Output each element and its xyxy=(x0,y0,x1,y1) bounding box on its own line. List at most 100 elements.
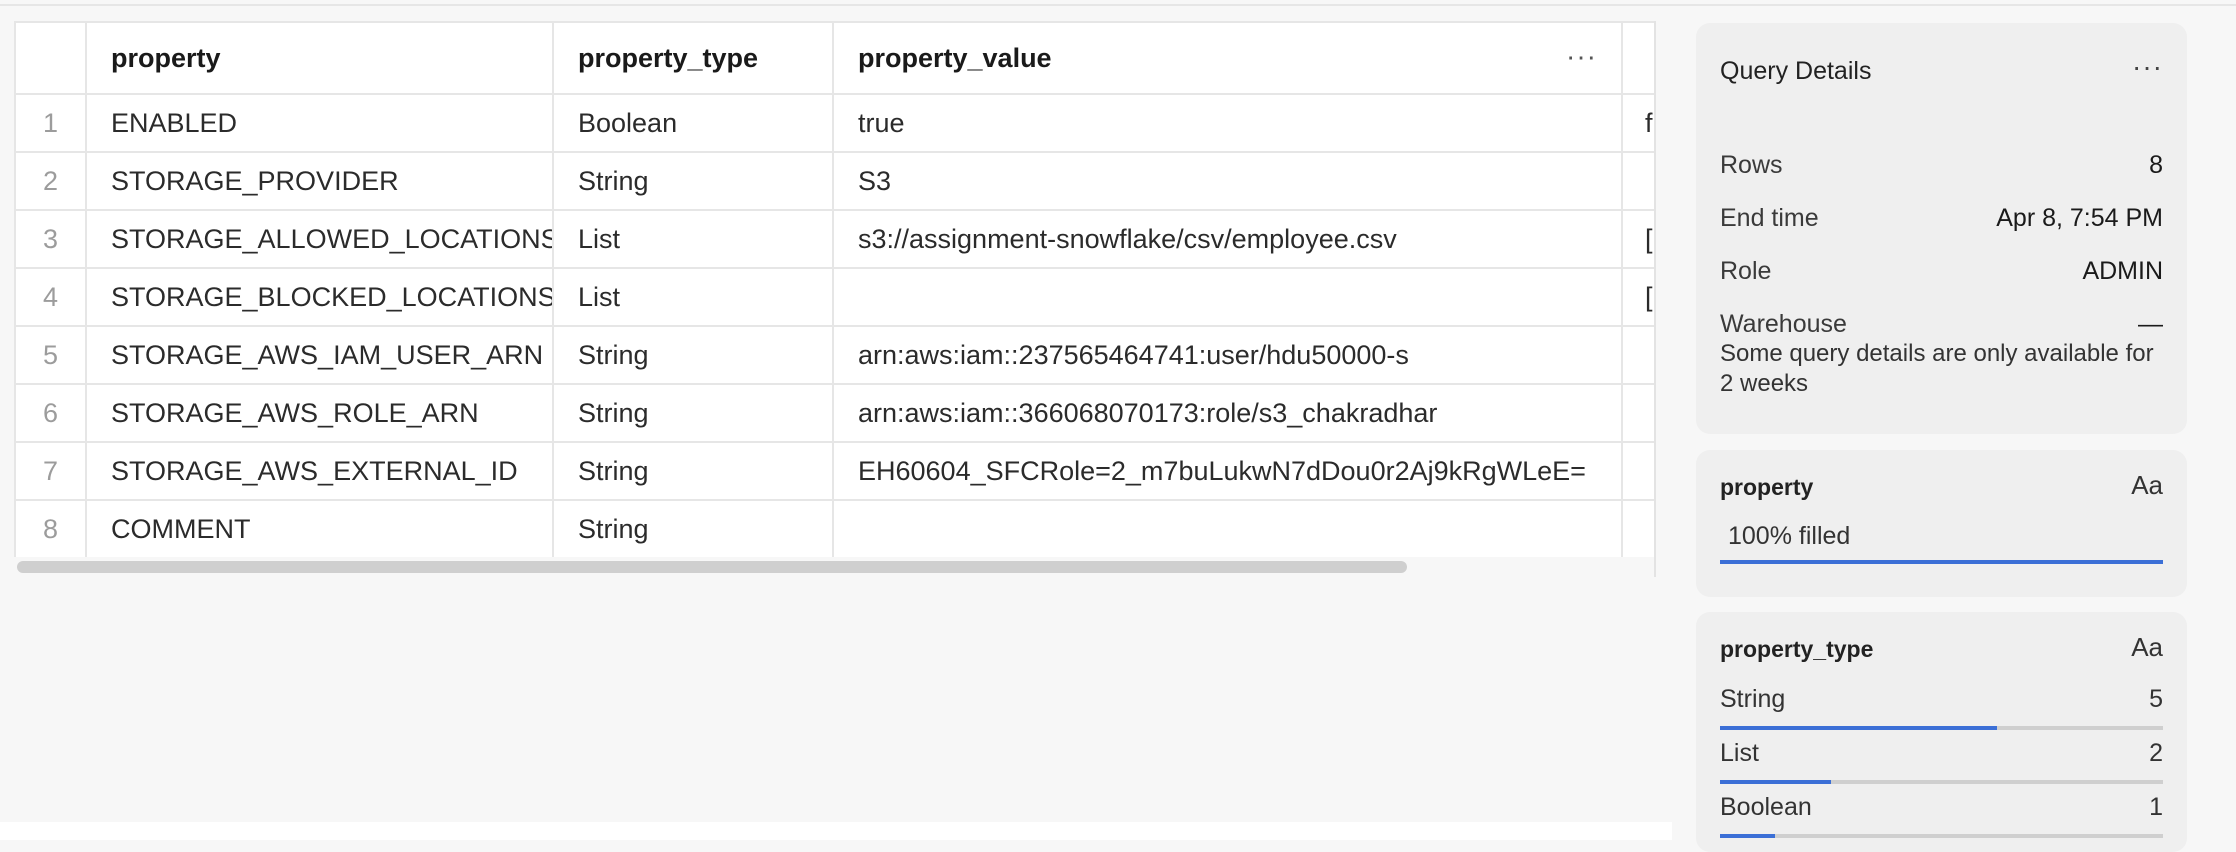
detail-value: Apr 8, 7:54 PM xyxy=(1996,203,2163,232)
filled-progress-fill xyxy=(1720,560,2163,564)
details-note: Some query details are only available fo… xyxy=(1720,340,2154,397)
value-label: List xyxy=(1720,738,1759,767)
row-number: 5 xyxy=(14,327,87,385)
column-header-property-value[interactable]: property_value ··· xyxy=(834,21,1623,95)
cell-extra[interactable] xyxy=(1623,327,1656,385)
frequency-bar xyxy=(1720,834,2163,838)
detail-label: End time xyxy=(1720,203,1819,232)
cell-property-value[interactable]: true xyxy=(834,95,1623,153)
cell-property-value[interactable]: arn:aws:iam::366068070173:role/s3_chakra… xyxy=(834,385,1623,443)
row-number: 1 xyxy=(14,95,87,153)
cell-property-value[interactable]: S3 xyxy=(834,153,1623,211)
cell-property[interactable]: STORAGE_ALLOWED_LOCATIONS xyxy=(87,211,554,269)
cell-property-value[interactable] xyxy=(834,501,1623,557)
cell-extra[interactable]: [ xyxy=(1623,211,1656,269)
row-number: 2 xyxy=(14,153,87,211)
top-divider xyxy=(0,4,2236,6)
property-type-column-stats[interactable]: property_type Aa String 5 List 2 Boolean… xyxy=(1696,612,2187,852)
row-number: 6 xyxy=(14,385,87,443)
more-options-icon[interactable]: ··· xyxy=(2132,51,2163,83)
property-column-stats[interactable]: property Aa 100% filled xyxy=(1696,450,2187,597)
value-count: 5 xyxy=(2149,684,2163,713)
detail-role: Role ADMIN xyxy=(1720,253,2163,289)
column-menu-icon[interactable]: ··· xyxy=(1566,40,1597,72)
query-details-panel: Query Details ··· Rows 8 End time Apr 8,… xyxy=(1696,23,2187,434)
column-header-property[interactable]: property xyxy=(87,21,554,95)
cell-property[interactable]: STORAGE_AWS_ROLE_ARN xyxy=(87,385,554,443)
column-header-property-type[interactable]: property_type xyxy=(554,21,834,95)
cell-extra[interactable] xyxy=(1623,501,1656,557)
filled-progress-bar xyxy=(1720,560,2163,564)
detail-value: ADMIN xyxy=(2082,256,2163,285)
stat-column-name: property_type xyxy=(1720,636,1874,662)
cell-property-value[interactable] xyxy=(834,269,1623,327)
column-header-label: property_value xyxy=(858,42,1052,73)
value-frequency-row[interactable]: List 2 xyxy=(1720,736,2163,770)
results-grid: property property_type property_value ··… xyxy=(14,21,1656,557)
cell-property-type[interactable]: String xyxy=(554,153,834,211)
value-frequency-row[interactable]: Boolean 1 xyxy=(1720,790,2163,824)
grid-header-row: property property_type property_value ··… xyxy=(14,21,1656,95)
cell-property-type[interactable]: String xyxy=(554,443,834,501)
cell-property-type[interactable]: List xyxy=(554,269,834,327)
table-row[interactable]: 7 STORAGE_AWS_EXTERNAL_ID String EH60604… xyxy=(14,443,1656,501)
cell-extra[interactable] xyxy=(1623,153,1656,211)
panel-divider[interactable] xyxy=(1654,21,1656,577)
row-number: 7 xyxy=(14,443,87,501)
row-number: 3 xyxy=(14,211,87,269)
detail-label: Warehouse xyxy=(1720,309,1847,338)
detail-end-time: End time Apr 8, 7:54 PM xyxy=(1720,200,2163,236)
value-label: String xyxy=(1720,684,1786,713)
cell-extra[interactable]: f xyxy=(1623,95,1656,153)
value-count: 1 xyxy=(2149,792,2163,821)
filled-percentage: 100% filled xyxy=(1728,522,1851,550)
cell-property-type[interactable]: String xyxy=(554,327,834,385)
cell-extra[interactable] xyxy=(1623,385,1656,443)
detail-label: Rows xyxy=(1720,150,1783,179)
row-number: 4 xyxy=(14,269,87,327)
cell-property-type[interactable]: Boolean xyxy=(554,95,834,153)
cell-property-type[interactable]: String xyxy=(554,501,834,557)
table-row[interactable]: 5 STORAGE_AWS_IAM_USER_ARN String arn:aw… xyxy=(14,327,1656,385)
cell-property-type[interactable]: String xyxy=(554,385,834,443)
table-row[interactable]: 3 STORAGE_ALLOWED_LOCATIONS List s3://as… xyxy=(14,211,1656,269)
column-header-extra[interactable] xyxy=(1623,21,1656,95)
cell-property-type[interactable]: List xyxy=(554,211,834,269)
text-type-icon: Aa xyxy=(2131,632,2163,662)
frequency-bar-fill xyxy=(1720,726,1997,730)
table-row[interactable]: 8 COMMENT String xyxy=(14,501,1656,557)
bottom-strip xyxy=(0,822,1672,840)
frequency-bar xyxy=(1720,780,2163,784)
cell-extra[interactable] xyxy=(1623,443,1656,501)
cell-property[interactable]: STORAGE_PROVIDER xyxy=(87,153,554,211)
frequency-bar-fill xyxy=(1720,780,1831,784)
horizontal-scrollbar[interactable] xyxy=(17,561,1407,573)
row-number: 8 xyxy=(14,501,87,557)
table-row[interactable]: 1 ENABLED Boolean true f xyxy=(14,95,1656,153)
table-row[interactable]: 2 STORAGE_PROVIDER String S3 xyxy=(14,153,1656,211)
stat-column-name: property xyxy=(1720,474,1814,500)
detail-value: — xyxy=(2138,309,2163,338)
cell-property-value[interactable]: s3://assignment-snowflake/csv/employee.c… xyxy=(834,211,1623,269)
cell-property[interactable]: STORAGE_BLOCKED_LOCATIONS xyxy=(87,269,554,327)
cell-property[interactable]: ENABLED xyxy=(87,95,554,153)
cell-property[interactable]: STORAGE_AWS_EXTERNAL_ID xyxy=(87,443,554,501)
frequency-bar xyxy=(1720,726,2163,730)
detail-label: Role xyxy=(1720,256,1772,285)
scrollbar-thumb[interactable] xyxy=(17,561,1407,573)
cell-property[interactable]: STORAGE_AWS_IAM_USER_ARN xyxy=(87,327,554,385)
cell-property-value[interactable]: arn:aws:iam::237565464741:user/hdu50000-… xyxy=(834,327,1623,385)
detail-value: 8 xyxy=(2149,150,2163,179)
text-type-icon: Aa xyxy=(2131,470,2163,500)
query-details-title: Query Details xyxy=(1720,57,1872,85)
cell-extra[interactable]: [ xyxy=(1623,269,1656,327)
detail-rows: Rows 8 xyxy=(1720,147,2163,183)
value-frequency-row[interactable]: String 5 xyxy=(1720,682,2163,716)
value-count: 2 xyxy=(2149,738,2163,767)
row-number-header xyxy=(14,21,87,95)
frequency-bar-fill xyxy=(1720,834,1776,838)
cell-property-value[interactable]: EH60604_SFCRole=2_m7buLukwN7dDou0r2Aj9kR… xyxy=(834,443,1623,501)
table-row[interactable]: 4 STORAGE_BLOCKED_LOCATIONS List [ xyxy=(14,269,1656,327)
cell-property[interactable]: COMMENT xyxy=(87,501,554,557)
table-row[interactable]: 6 STORAGE_AWS_ROLE_ARN String arn:aws:ia… xyxy=(14,385,1656,443)
